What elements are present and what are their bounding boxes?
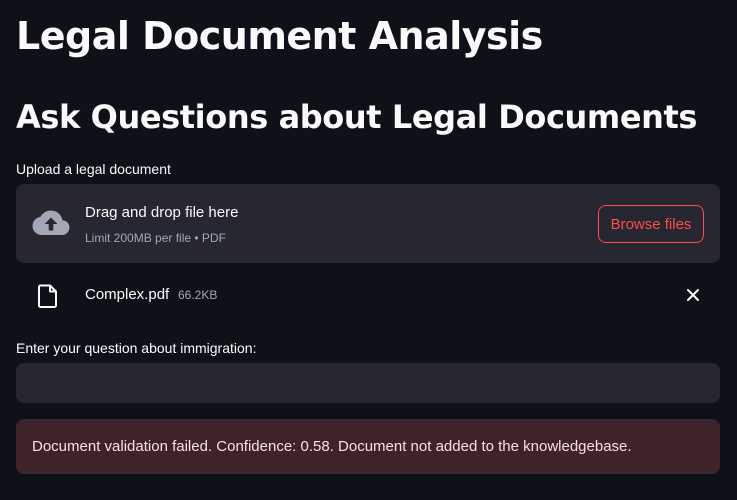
app-main: Legal Document Analysis Ask Questions ab… — [0, 0, 737, 500]
cloud-upload-icon — [32, 210, 70, 235]
error-message: Document validation failed. Confidence: … — [32, 438, 632, 455]
close-icon[interactable] — [686, 288, 700, 302]
browse-files-button[interactable]: Browse files — [598, 205, 704, 243]
dropzone-limit: Limit 200MB per file • PDF — [85, 231, 226, 245]
uploaded-file-row: Complex.pdf 66.2KB — [16, 276, 720, 314]
question-label: Enter your question about immigration: — [16, 340, 257, 356]
question-input[interactable] — [16, 363, 720, 403]
error-alert: Document validation failed. Confidence: … — [16, 419, 720, 474]
upload-label: Upload a legal document — [16, 161, 171, 177]
section-heading: Ask Questions about Legal Documents — [16, 98, 698, 136]
dropzone-instructions: Drag and drop file here — [85, 204, 239, 221]
file-name: Complex.pdf — [85, 286, 170, 303]
page-title: Legal Document Analysis — [16, 14, 543, 58]
file-dropzone[interactable]: Drag and drop file here Limit 200MB per … — [16, 184, 720, 263]
file-icon — [38, 284, 57, 308]
file-size: 66.2KB — [178, 288, 218, 302]
